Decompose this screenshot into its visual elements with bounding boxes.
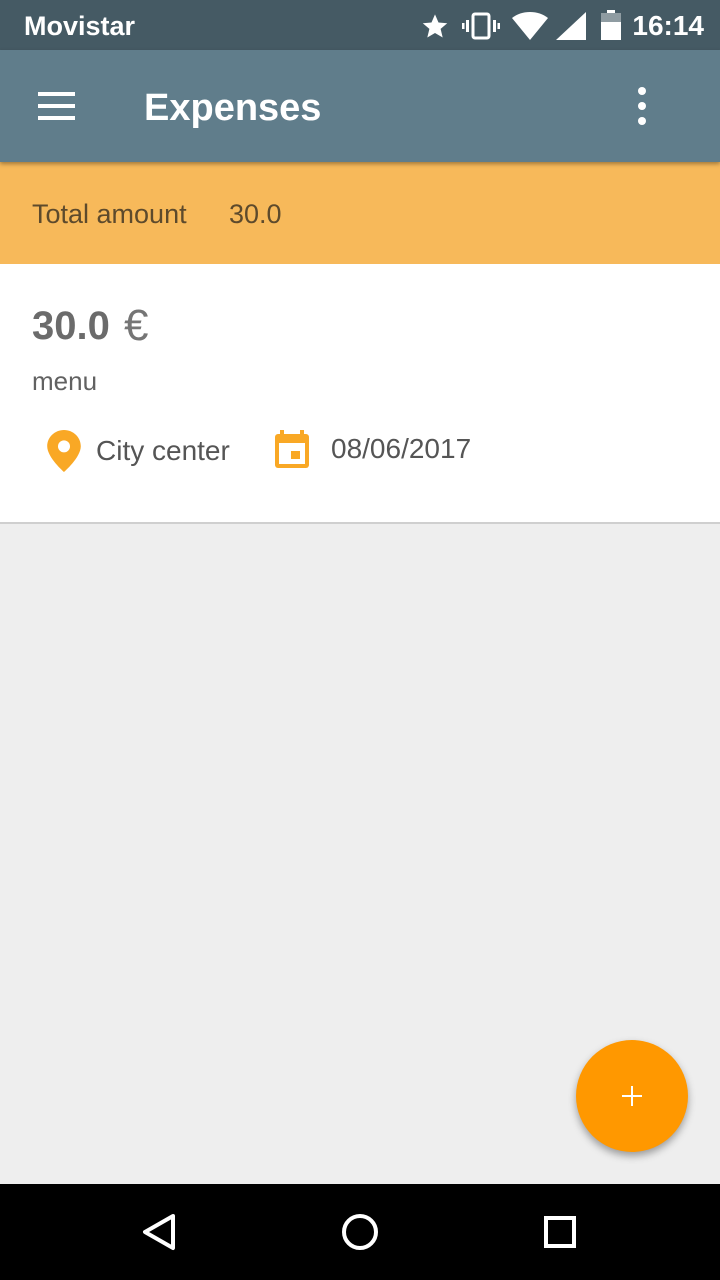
total-amount-bar: Total amount 30.0 bbox=[0, 162, 720, 264]
page-title: Expenses bbox=[144, 87, 322, 129]
vibrate-icon bbox=[462, 12, 500, 40]
navigation-bar bbox=[0, 1184, 720, 1280]
expense-date: 08/06/2017 bbox=[331, 433, 472, 464]
total-amount-label: Total amount bbox=[32, 199, 187, 229]
battery-icon bbox=[601, 10, 621, 40]
carrier-name: Movistar bbox=[24, 11, 136, 41]
more-options-button[interactable] bbox=[624, 80, 664, 132]
recents-button[interactable] bbox=[532, 1204, 588, 1260]
back-icon bbox=[143, 1214, 175, 1250]
home-button[interactable] bbox=[332, 1204, 388, 1260]
calendar-icon bbox=[275, 430, 309, 468]
star-icon bbox=[422, 14, 448, 38]
expense-card[interactable]: 30.0 € menu City center 08/06/2017 bbox=[0, 264, 720, 524]
clock: 16:14 bbox=[632, 10, 704, 41]
back-button[interactable] bbox=[132, 1204, 188, 1260]
menu-button[interactable] bbox=[26, 82, 86, 130]
plus-icon bbox=[622, 1086, 642, 1106]
menu-icon bbox=[38, 92, 75, 120]
wifi-icon bbox=[512, 12, 548, 40]
location-pin-icon bbox=[47, 430, 81, 472]
recents-icon bbox=[544, 1216, 576, 1248]
status-bar: Movistar 16:14 bbox=[0, 0, 720, 50]
expense-amount: 30.0 bbox=[32, 304, 110, 348]
signal-icon bbox=[556, 12, 586, 40]
home-icon bbox=[342, 1214, 378, 1250]
app-bar: Expenses bbox=[0, 50, 720, 162]
currency-symbol: € bbox=[124, 301, 149, 350]
total-amount-value: 30.0 bbox=[229, 199, 282, 229]
expense-location: City center bbox=[96, 435, 230, 466]
more-vert-icon bbox=[638, 87, 646, 125]
expense-description: menu bbox=[32, 366, 98, 396]
add-expense-button[interactable] bbox=[576, 1040, 688, 1152]
